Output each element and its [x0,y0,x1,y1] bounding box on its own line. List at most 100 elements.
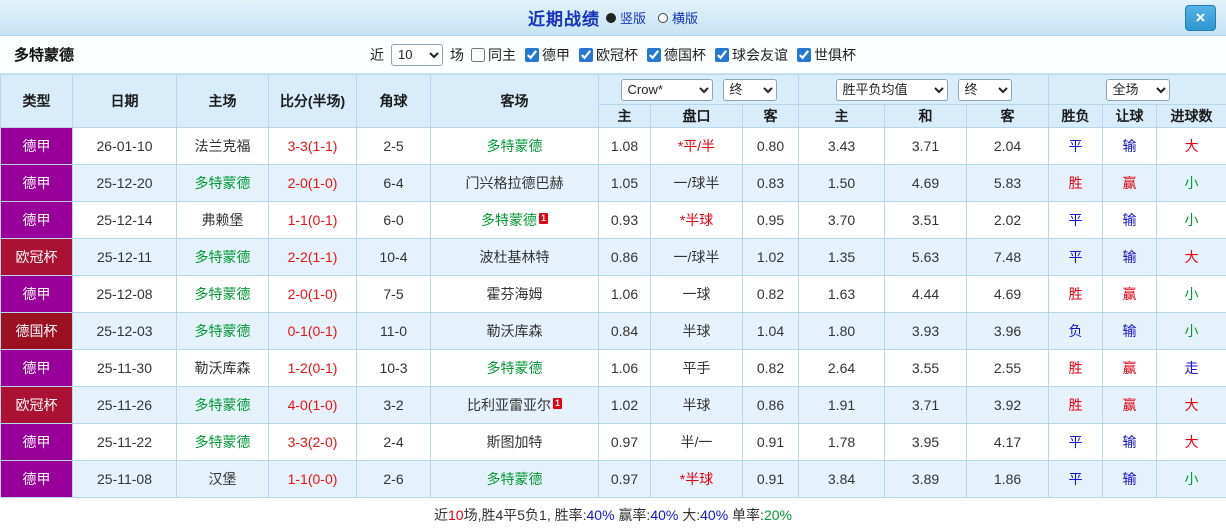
odds-away-cell: 0.91 [741,460,800,498]
odds-away-cell: 0.86 [741,386,800,424]
bookmaker-period-select[interactable]: 终 [722,78,777,101]
avg-draw-cell: 5.63 [884,238,968,276]
odds-away-cell: 1.02 [741,238,800,276]
sub-header-odds-away: 客 [741,104,800,128]
odds-home-cell: 1.08 [598,127,651,165]
matches-label: 场 [450,46,464,63]
team-name: 多特蒙德 [194,434,251,450]
match-count-select[interactable]: 10 [391,43,443,66]
outcome-cell: 胜 [1048,349,1104,387]
date-cell: 25-12-14 [72,201,177,239]
summary-segment: 40% [586,506,615,523]
filter-checkbox-同主[interactable]: 同主 [471,45,516,65]
summary-segment: 场,胜4平5负1, 胜率: [463,506,587,523]
avg-home-cell: 1.50 [798,164,886,202]
avg-home-cell: 2.64 [798,349,886,387]
sub-header-avg-home: 主 [798,104,886,128]
average-period-select[interactable]: 终 [957,78,1012,101]
outcome-cell: 胜 [1048,275,1104,313]
checkbox-label: 德国杯 [664,46,706,63]
match-row: 德甲 25-11-22 多特蒙德 3-3(2-0) 2-4 斯图加特 0.97 半/一 0.91… [0,423,1226,461]
home-team-cell: 勒沃库森 [176,349,269,387]
checkbox-input[interactable] [579,47,593,62]
title-bar: 近期战绩 竖版 横版 × [0,0,1226,36]
outcome-cell: 胜 [1048,386,1104,424]
goals-cell: 大 [1156,127,1226,165]
summary-segment: 10 [448,506,464,523]
handicap-result-cell: 输 [1102,312,1158,350]
checkbox-input[interactable] [525,47,539,62]
checkbox-input[interactable] [715,47,729,62]
odds-away-cell: 0.91 [741,423,800,461]
avg-draw-cell: 4.69 [884,164,968,202]
league-cell: 欧冠杯 [0,386,73,424]
filter-bar: 多特蒙德 近 10 场 同主 德甲 欧冠杯 德国杯 球会友谊 世俱杯 [0,36,1226,74]
filter-checkboxes: 同主 德甲 欧冠杯 德国杯 球会友谊 世俱杯 [471,45,856,65]
avg-home-cell: 1.63 [798,275,886,313]
checkbox-label: 同主 [488,46,516,63]
team-name: 多特蒙德 [486,471,543,487]
score-cell: 3-3(1-1) [268,127,357,165]
bookmaker-select[interactable]: Crow* [620,78,713,101]
checkbox-label: 球会友谊 [732,46,788,63]
sub-header-avg-draw: 和 [884,104,968,128]
home-team-cell: 法兰克福 [176,127,269,165]
col-header-corner: 角球 [356,74,431,128]
score-cell: 2-0(1-0) [268,164,357,202]
home-team-cell: 多特蒙德 [176,386,269,424]
col-header-home: 主场 [176,74,269,128]
average-select[interactable]: 胜平负均值 [835,78,948,101]
filter-checkbox-欧冠杯[interactable]: 欧冠杯 [579,45,638,65]
away-team-cell: 勒沃库森 [430,312,599,350]
checkbox-input[interactable] [797,47,811,62]
filter-checkbox-德国杯[interactable]: 德国杯 [647,45,706,65]
goals-cell: 大 [1156,386,1226,424]
checkbox-input[interactable] [471,47,485,62]
home-team-cell: 多特蒙德 [176,423,269,461]
team-name: 多特蒙德 [194,397,251,413]
checkbox-input[interactable] [647,47,661,62]
layout-option-横版[interactable]: 横版 [658,8,698,27]
corner-cell: 2-5 [356,127,431,165]
odds-home-cell: 0.97 [598,460,651,498]
filter-checkbox-德甲[interactable]: 德甲 [525,45,570,65]
summary-line: 近 10 场,胜4平5负1, 胜率: 40% 赢率: 40% 大: 40% 单率: 20% [0,498,1226,531]
odds-home-cell: 0.97 [598,423,651,461]
outcome-cell: 负 [1048,312,1104,350]
sub-header-goals: 进球数 [1156,104,1226,128]
away-team-cell: 霍芬海姆 [430,275,599,313]
avg-draw-cell: 3.71 [884,386,968,424]
date-cell: 26-01-10 [72,127,177,165]
home-team-cell: 弗赖堡 [176,201,269,239]
sub-header-avg-away: 客 [966,104,1050,128]
odds-home-cell: 1.02 [598,386,651,424]
avg-home-cell: 1.78 [798,423,886,461]
goals-cell: 小 [1156,201,1226,239]
goals-cell: 大 [1156,423,1226,461]
goals-cell: 小 [1156,460,1226,498]
scope-select[interactable]: 全场 [1105,78,1170,101]
handicap-result-cell: 赢 [1102,349,1158,387]
match-row: 欧冠杯 25-11-26 多特蒙德 4-0(1-0) 3-2 比利亚雷亚尔 1 1.02 半球 0… [0,386,1226,424]
red-card-badge: 1 [538,213,548,224]
filter-checkbox-球会友谊[interactable]: 球会友谊 [715,45,788,65]
sub-header-let: 让球 [1102,104,1158,128]
near-label: 近 [370,46,384,63]
layout-option-竖版[interactable]: 竖版 [605,8,646,27]
results-table: 类型 日期 主场 比分(半场) 角球 客场 Crow* 终 胜平负均值 终 全场… [0,74,1226,498]
odds-away-cell: 0.95 [741,201,800,239]
league-cell: 德甲 [0,275,73,313]
score-cell: 1-1(0-0) [268,460,357,498]
team-name: 多特蒙德 [194,323,251,339]
filter-checkbox-世俱杯[interactable]: 世俱杯 [797,45,856,65]
radio-icon[interactable] [658,12,668,23]
radio-icon[interactable] [605,12,616,23]
close-button[interactable]: × [1185,5,1216,31]
handicap-result-cell: 赢 [1102,164,1158,202]
league-cell: 德甲 [0,423,73,461]
goals-cell: 走 [1156,349,1226,387]
corner-cell: 11-0 [356,312,431,350]
corner-cell: 10-3 [356,349,431,387]
team-name: 比利亚雷亚尔 [466,397,551,413]
handicap-cell: *平/半 [650,127,743,165]
